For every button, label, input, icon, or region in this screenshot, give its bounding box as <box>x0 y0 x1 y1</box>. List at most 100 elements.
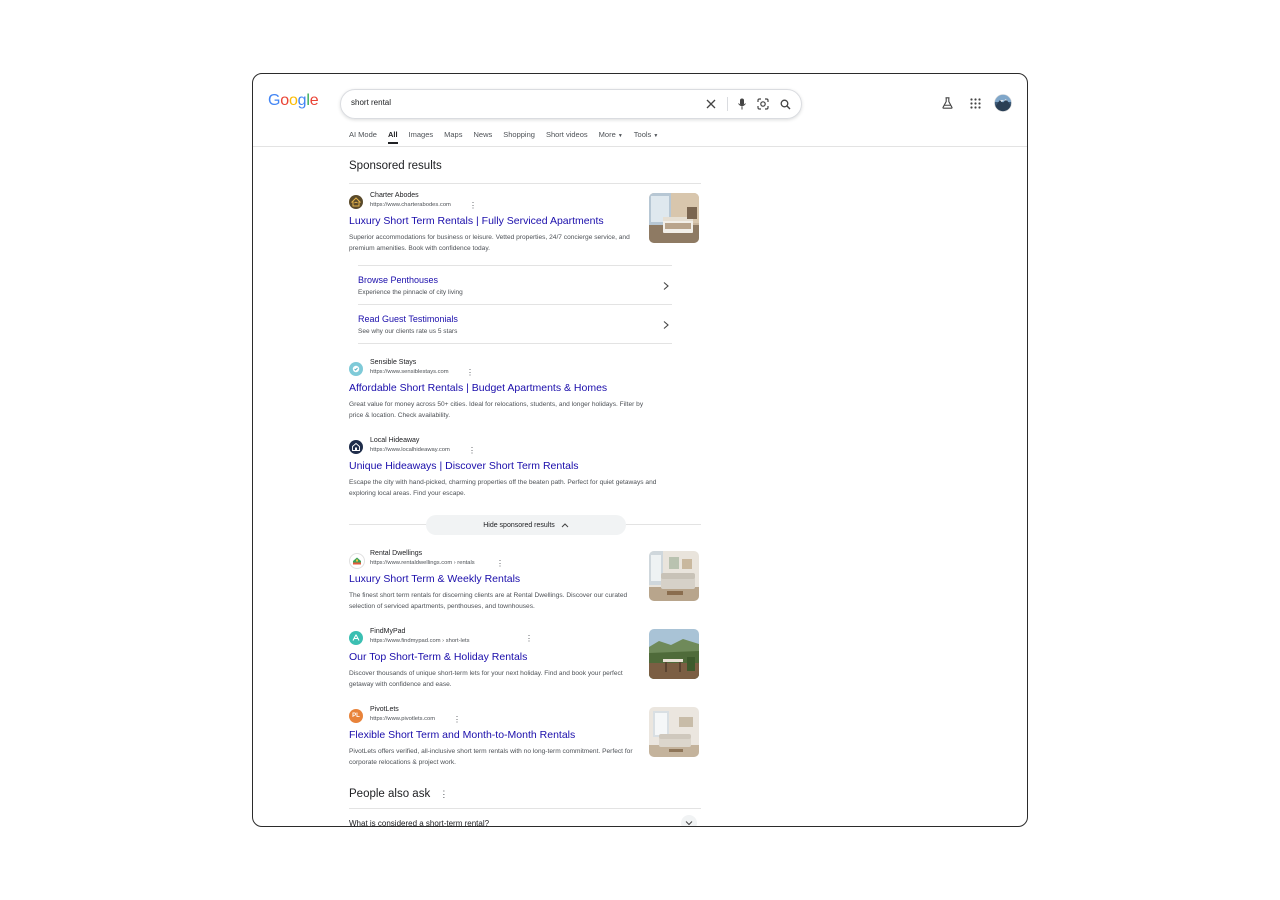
living-room-thumbnail-image[interactable] <box>649 551 699 601</box>
more-options-icon[interactable]: ⋮ <box>525 635 533 643</box>
local-hideaway-favicon-icon <box>349 440 363 454</box>
site-name: Rental Dwellings <box>370 550 423 557</box>
chevron-right-icon <box>662 278 670 290</box>
rental-dwellings-favicon-icon <box>349 553 365 569</box>
site-name: Sensible Stays <box>370 359 417 366</box>
charter-abodes-favicon-icon <box>349 195 363 209</box>
result-snippet: Great value for money across 50+ cities.… <box>349 401 644 419</box>
site-name: PivotLets <box>370 706 399 713</box>
result-title-link[interactable]: Flexible Short Term and Month-to-Month R… <box>349 729 575 741</box>
result-snippet: Superior accommodations for business or … <box>349 234 630 252</box>
tab-short-videos[interactable]: Short videos <box>546 130 588 146</box>
more-options-icon[interactable]: ⋮ <box>453 716 461 724</box>
sitelink-title[interactable]: Browse Penthouses <box>358 275 438 285</box>
paa-question-text: What is considered a short-term rental? <box>349 819 490 827</box>
tab-more-label: More <box>598 130 616 139</box>
logo-letter: e <box>309 92 319 109</box>
people-also-ask-heading: People also ask ⋮ <box>349 788 448 800</box>
site-url[interactable]: https://www.rentaldwellings.com › rental… <box>370 560 475 566</box>
chevron-down-icon[interactable] <box>681 815 697 826</box>
bedroom-thumbnail-image[interactable] <box>649 193 699 243</box>
site-url[interactable]: https://www.findmypad.com › short-lets <box>370 638 470 644</box>
search-header: Google short rental AI Mode All Images M… <box>253 74 1027 147</box>
divider <box>358 343 672 345</box>
result-title-link[interactable]: Unique Hideaways | Discover Short Term R… <box>349 460 579 472</box>
google-logo[interactable]: Google <box>268 92 319 110</box>
site-url[interactable]: https://www.charterabodes.com <box>370 202 451 208</box>
site-name: Charter Abodes <box>370 192 419 199</box>
divider <box>349 183 701 184</box>
tab-more[interactable]: More ▼ <box>599 130 623 146</box>
flask-icon[interactable] <box>939 95 955 111</box>
microphone-icon[interactable] <box>734 96 750 112</box>
divider <box>349 524 427 525</box>
organic-result: Rental Dwellings https://www.rentaldwell… <box>349 550 701 615</box>
chevron-up-icon <box>561 523 569 528</box>
result-title-link[interactable]: Luxury Short Term Rentals | Fully Servic… <box>349 215 604 227</box>
pivotlets-favicon-icon: PL <box>349 709 363 723</box>
sitelink-description: See why our clients rate us 5 stars <box>358 328 458 335</box>
result-snippet: Escape the city with hand-picked, charmi… <box>349 479 657 497</box>
more-options-icon[interactable]: ⋮ <box>439 789 448 799</box>
organic-result: FindMyPad https://www.findmypad.com › sh… <box>349 628 701 693</box>
chevron-right-icon <box>662 317 670 329</box>
tab-tools[interactable]: Tools ▼ <box>634 130 659 146</box>
search-query[interactable]: short rental <box>351 98 391 107</box>
more-options-icon[interactable]: ⋮ <box>496 560 504 568</box>
ad-result: Charter Abodes https://www.charterabodes… <box>349 192 701 257</box>
sitelink[interactable]: Browse Penthouses Experience the pinnacl… <box>358 265 672 304</box>
sensible-stays-favicon-icon <box>349 362 363 376</box>
result-title-link[interactable]: Affordable Short Rentals | Budget Apartm… <box>349 382 607 394</box>
apartment-interior-thumbnail-image[interactable] <box>649 707 699 757</box>
more-options-icon[interactable]: ⋮ <box>469 202 477 210</box>
apps-grid-icon[interactable] <box>967 95 983 111</box>
sitelink[interactable]: Read Guest Testimonials See why our clie… <box>358 304 672 343</box>
browser-frame: Google short rental AI Mode All Images M… <box>252 73 1028 827</box>
hide-sponsored-label: Hide sponsored results <box>483 521 555 529</box>
caret-down-icon: ▼ <box>653 133 659 139</box>
site-name: FindMyPad <box>370 628 406 635</box>
logo-letter: o <box>280 92 289 109</box>
site-name: Local Hideaway <box>370 437 420 444</box>
sponsored-heading: Sponsored results <box>349 160 442 172</box>
result-title-link[interactable]: Our Top Short-Term & Holiday Rentals <box>349 651 527 663</box>
site-url[interactable]: https://www.sensiblestays.com <box>370 369 449 375</box>
result-snippet: Discover thousands of unique short-term … <box>349 670 623 688</box>
caret-down-icon: ▼ <box>617 133 623 139</box>
logo-letter: o <box>288 92 298 109</box>
result-snippet: PivotLets offers verified, all-inclusive… <box>349 748 633 766</box>
ad-result: Local Hideaway https://www.localhideaway… <box>349 437 701 500</box>
camera-lens-icon[interactable] <box>755 96 771 112</box>
site-url[interactable]: https://www.pivotlets.com <box>370 716 435 722</box>
result-title-link[interactable]: Luxury Short Term & Weekly Rentals <box>349 573 520 585</box>
tab-shopping[interactable]: Shopping <box>503 130 535 146</box>
divider <box>625 524 701 525</box>
search-icon[interactable] <box>777 96 793 112</box>
sitelink-description: Experience the pinnacle of city living <box>358 289 463 296</box>
sitelink-title[interactable]: Read Guest Testimonials <box>358 314 458 324</box>
search-divider <box>727 97 728 111</box>
tab-news[interactable]: News <box>473 130 492 146</box>
result-snippet: The finest short term rentals for discer… <box>349 592 628 610</box>
tab-tools-label: Tools <box>633 130 652 139</box>
site-url[interactable]: https://www.localhideaway.com <box>370 447 450 453</box>
logo-letter: G <box>268 92 281 109</box>
tab-all[interactable]: All <box>387 130 398 146</box>
hide-sponsored-button[interactable]: Hide sponsored results <box>426 515 626 535</box>
paa-heading-text: People also ask <box>349 788 431 800</box>
ad-result: Sensible Stays https://www.sensiblestays… <box>349 359 701 422</box>
tab-images[interactable]: Images <box>409 130 434 146</box>
search-tabs: AI Mode All Images Maps News Shopping Sh… <box>349 130 669 146</box>
tab-ai-mode[interactable]: AI Mode <box>349 130 377 146</box>
more-options-icon[interactable]: ⋮ <box>468 447 476 455</box>
paa-question[interactable]: What is considered a short-term rental? <box>349 819 490 827</box>
avatar[interactable] <box>994 94 1012 112</box>
search-input[interactable]: short rental <box>340 89 802 119</box>
close-icon[interactable] <box>703 96 719 112</box>
more-options-icon[interactable]: ⋮ <box>466 369 474 377</box>
tab-maps[interactable]: Maps <box>444 130 462 146</box>
countryside-patio-thumbnail-image[interactable] <box>649 629 699 679</box>
pivotlets-favicon-text: PL <box>352 713 360 719</box>
findmypad-favicon-icon <box>349 631 363 645</box>
divider <box>349 808 701 809</box>
